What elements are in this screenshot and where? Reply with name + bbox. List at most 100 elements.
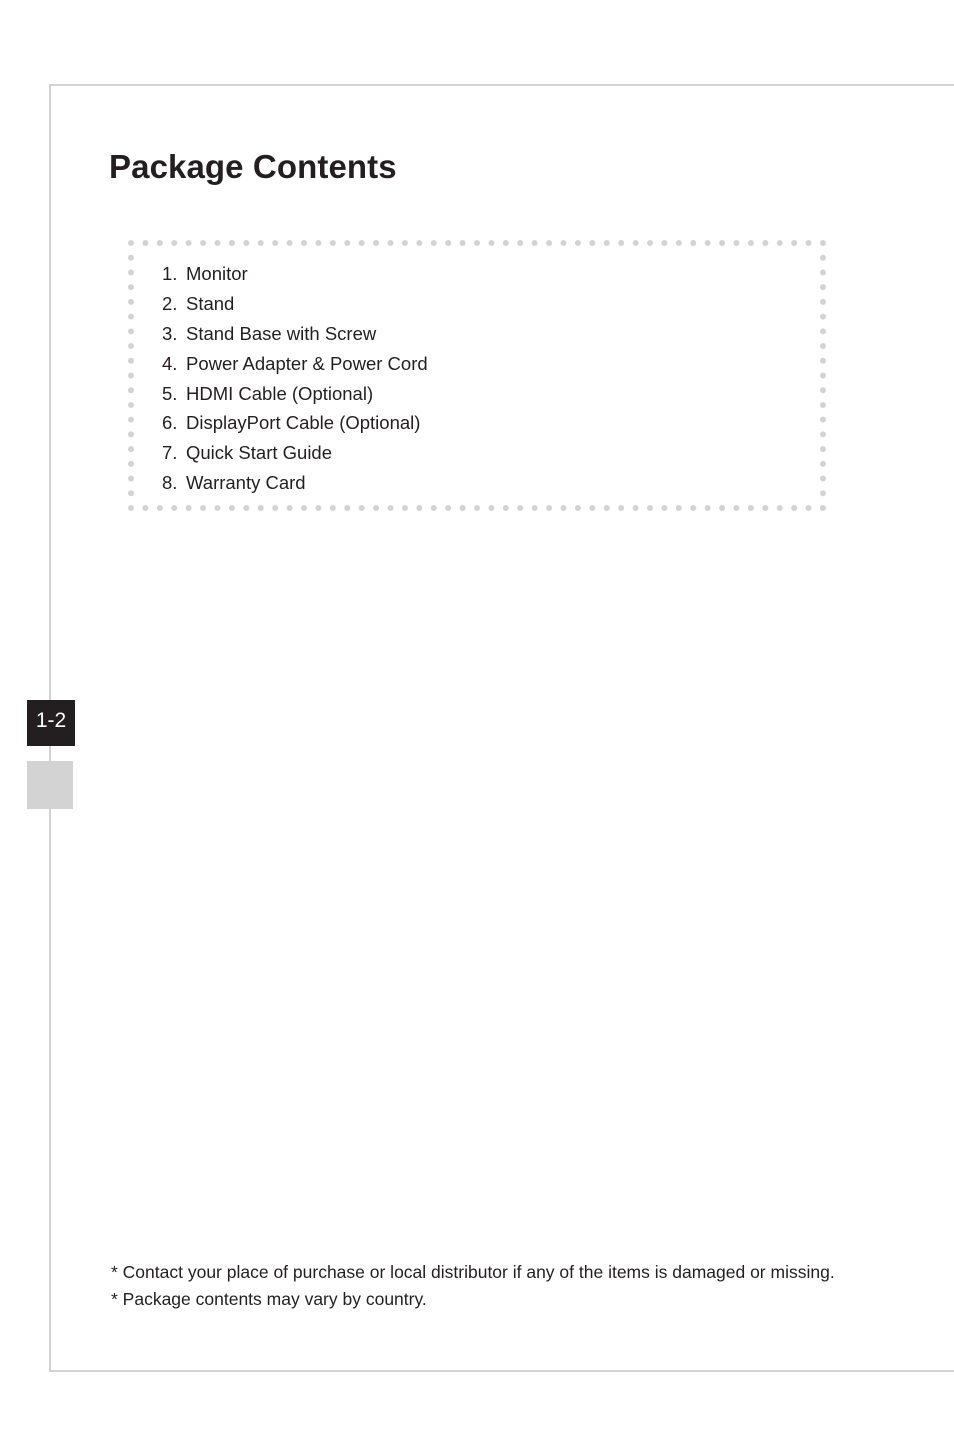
border-dot [661, 505, 668, 511]
border-dot [820, 298, 826, 305]
border-dot [820, 372, 826, 379]
border-dot [128, 372, 134, 379]
border-dot [128, 475, 134, 482]
border-dot [185, 505, 192, 511]
border-dot [315, 505, 322, 511]
border-dot [128, 431, 134, 438]
border-dot [401, 505, 408, 511]
border-dot [257, 240, 264, 246]
border-dot [214, 240, 221, 246]
border-dot [502, 240, 509, 246]
border-dot [747, 505, 754, 511]
list-item: 8. Warranty Card [162, 468, 428, 498]
border-dot [719, 240, 726, 246]
border-dot [704, 240, 711, 246]
border-dot [820, 284, 826, 291]
border-dot [200, 240, 207, 246]
item-label: HDMI Cable (Optional) [186, 382, 374, 404]
border-dot [401, 240, 408, 246]
border-dot [272, 505, 279, 511]
border-dot [200, 505, 207, 511]
border-dot [791, 240, 798, 246]
border-dot [820, 240, 826, 246]
border-dot [128, 284, 134, 291]
border-dot [358, 240, 365, 246]
border-dot [156, 505, 163, 511]
item-number: 4. [162, 352, 178, 374]
border-dot [690, 240, 697, 246]
border-dot [128, 298, 134, 305]
border-dot [128, 328, 134, 335]
border-dot [805, 505, 812, 511]
list-item: 2. Stand [162, 289, 428, 319]
border-dot [228, 240, 235, 246]
border-dot [272, 240, 279, 246]
item-number: 1. [162, 263, 178, 284]
package-contents-list: 1. Monitor 2. Stand 3. Stand Base with Scre… [162, 259, 428, 498]
list-item: 7. Quick Start Guide [162, 438, 428, 468]
footnotes: * Contact your place of purchase or loca… [109, 1261, 869, 1315]
item-label: Stand Base with Screw [186, 322, 377, 344]
border-dot [517, 240, 524, 246]
border-dot [228, 505, 235, 511]
border-dot [373, 505, 380, 511]
border-dot [488, 240, 495, 246]
border-dot [128, 401, 134, 408]
border-dot [502, 505, 509, 511]
border-dot [820, 431, 826, 438]
border-dot [531, 505, 538, 511]
border-dot [128, 416, 134, 423]
item-label: Power Adapter & Power Cord [186, 352, 428, 374]
border-dot [820, 313, 826, 320]
border-dot [459, 505, 466, 511]
border-dot [128, 240, 134, 246]
border-dot [820, 475, 826, 482]
border-dot [820, 357, 826, 364]
border-dot [820, 343, 826, 350]
border-dot [762, 240, 769, 246]
border-dot [128, 490, 134, 497]
border-dot [488, 505, 495, 511]
border-dot [776, 505, 783, 511]
border-dot [128, 446, 134, 453]
border-dot [574, 240, 581, 246]
border-dot [128, 357, 134, 364]
border-dot [647, 505, 653, 511]
border-dot [286, 505, 293, 511]
item-number: 7. [162, 442, 178, 464]
border-dot [820, 490, 826, 497]
border-dot [128, 505, 134, 511]
footnote-damaged-items: * Contact your place of purchase or loca… [111, 1262, 835, 1282]
border-dot [733, 505, 740, 511]
border-dot [387, 505, 394, 511]
border-dot [387, 240, 394, 246]
border-dot [430, 240, 437, 246]
item-number: 2. [162, 292, 178, 314]
border-dot [762, 505, 769, 511]
border-dot [128, 343, 134, 350]
list-item: 5. HDMI Cable (Optional) [162, 379, 428, 409]
border-dot [344, 505, 351, 511]
page-number-tab: 1-2 [27, 700, 75, 746]
border-dot [704, 505, 711, 511]
border-dot [632, 505, 639, 511]
border-dot [791, 505, 798, 511]
border-dot [315, 240, 322, 246]
border-dot [301, 505, 307, 511]
border-dot [675, 505, 682, 511]
border-dot [820, 401, 826, 408]
item-number: 6. [162, 412, 178, 434]
border-dot [747, 240, 754, 246]
list-item: 4. Power Adapter & Power Cord [162, 349, 428, 379]
page-frame-top-border [49, 84, 954, 86]
border-dot [589, 505, 596, 511]
border-dot [243, 240, 250, 246]
border-dot [301, 240, 307, 246]
border-dot [719, 505, 726, 511]
border-dot [618, 240, 625, 246]
border-dot [445, 240, 452, 246]
border-dot [416, 240, 423, 246]
item-label: Monitor [186, 263, 248, 284]
border-dot [820, 269, 826, 276]
border-dot [358, 505, 365, 511]
